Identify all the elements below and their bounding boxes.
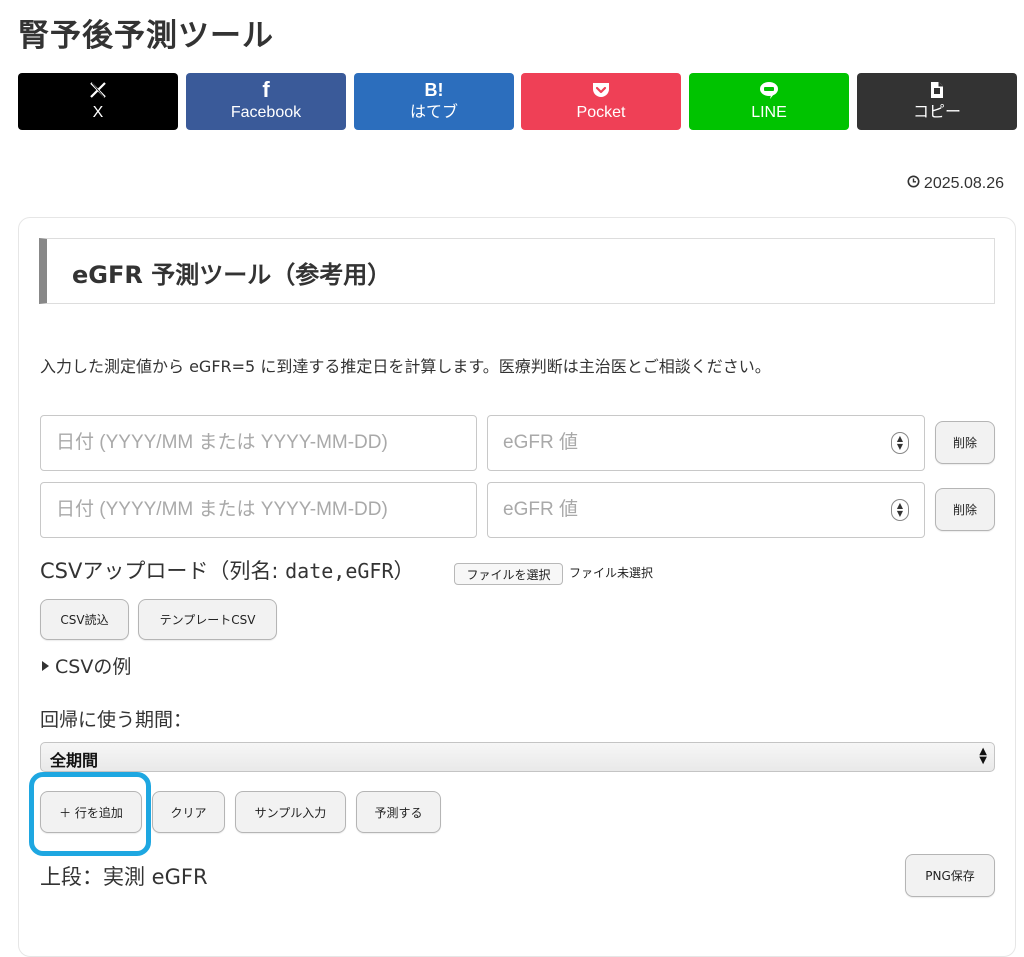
tool-heading: eGFR 予測ツール（参考用） <box>39 238 995 304</box>
share-x-button[interactable]: X <box>18 73 178 130</box>
delete-row-button[interactable]: 削除 <box>935 488 995 531</box>
csv-example-label: CSVの例 <box>55 656 132 678</box>
csv-upload-label: CSVアップロード（列名: date,eGFR） <box>40 555 414 585</box>
share-hatena-button[interactable]: B! はてブ <box>354 73 514 130</box>
hatena-bookmark-icon: B! <box>424 80 444 100</box>
copy-icon <box>857 79 1017 101</box>
share-bar: X f Facebook B! はてブ Pocket LINE コピー <box>18 73 1017 130</box>
share-facebook-button[interactable]: f Facebook <box>186 73 346 130</box>
period-select-value: 全期間 <box>50 751 99 770</box>
csv-label-suffix: ） <box>393 559 415 583</box>
template-csv-button[interactable]: テンプレートCSV <box>138 599 277 640</box>
result-label: 上段：実測 eGFR <box>40 865 208 889</box>
clock-icon <box>907 175 920 193</box>
disclosure-triangle-icon <box>42 660 49 671</box>
share-copy-label: コピー <box>912 104 961 121</box>
tool-heading-text: eGFR 予測ツール（参考用） <box>72 261 392 289</box>
share-line-button[interactable]: LINE <box>689 73 849 130</box>
add-row-button[interactable]: ＋ 行を追加 <box>40 791 142 833</box>
facebook-icon: f <box>262 77 270 102</box>
png-save-button[interactable]: PNG保存 <box>905 854 995 897</box>
page-title: 腎予後予測ツール <box>18 18 274 54</box>
clear-button[interactable]: クリア <box>152 791 225 833</box>
choose-file-button[interactable]: ファイルを選択 <box>454 563 563 585</box>
csv-read-button[interactable]: CSV読込 <box>40 599 129 640</box>
csv-example-toggle[interactable]: CSVの例 <box>42 652 131 679</box>
share-facebook-label: Facebook <box>230 104 302 121</box>
predict-button[interactable]: 予測する <box>356 791 441 833</box>
period-label: 回帰に使う期間： <box>40 709 193 731</box>
csv-label-columns: date,eGFR <box>285 559 394 583</box>
sample-input-button[interactable]: サンプル入力 <box>235 791 346 833</box>
file-status: ファイル未選択 <box>569 566 654 580</box>
tool-card <box>18 217 1016 957</box>
date-input[interactable] <box>40 482 477 538</box>
egfr-input[interactable] <box>487 482 925 538</box>
number-stepper-icon[interactable]: ▲ ▼ <box>891 432 909 454</box>
number-stepper-icon[interactable]: ▲ ▼ <box>891 499 909 521</box>
date-input[interactable] <box>40 415 477 471</box>
post-date-text: 2025.08.26 <box>923 175 1004 192</box>
pocket-icon <box>521 79 681 101</box>
share-pocket-label: Pocket <box>576 104 626 121</box>
x-logo-icon <box>18 79 178 101</box>
egfr-input[interactable] <box>487 415 925 471</box>
csv-label-prefix: CSVアップロード（列名: <box>40 559 286 583</box>
delete-row-button[interactable]: 削除 <box>935 421 995 464</box>
share-x-label: X <box>92 104 104 121</box>
post-date: 2025.08.26 <box>907 175 1004 193</box>
select-arrows-icon: ▲ ▼ <box>979 746 987 766</box>
share-line-label: LINE <box>751 104 787 121</box>
tool-description: 入力した測定値から eGFR=5 に到達する推定日を計算します。医療判断は主治医… <box>40 357 771 376</box>
share-hatena-label: はてブ <box>409 104 458 121</box>
period-select[interactable]: 全期間 ▲ ▼ <box>40 742 995 772</box>
share-pocket-button[interactable]: Pocket <box>521 73 681 130</box>
share-copy-button[interactable]: コピー <box>857 73 1017 130</box>
line-icon <box>689 79 849 101</box>
